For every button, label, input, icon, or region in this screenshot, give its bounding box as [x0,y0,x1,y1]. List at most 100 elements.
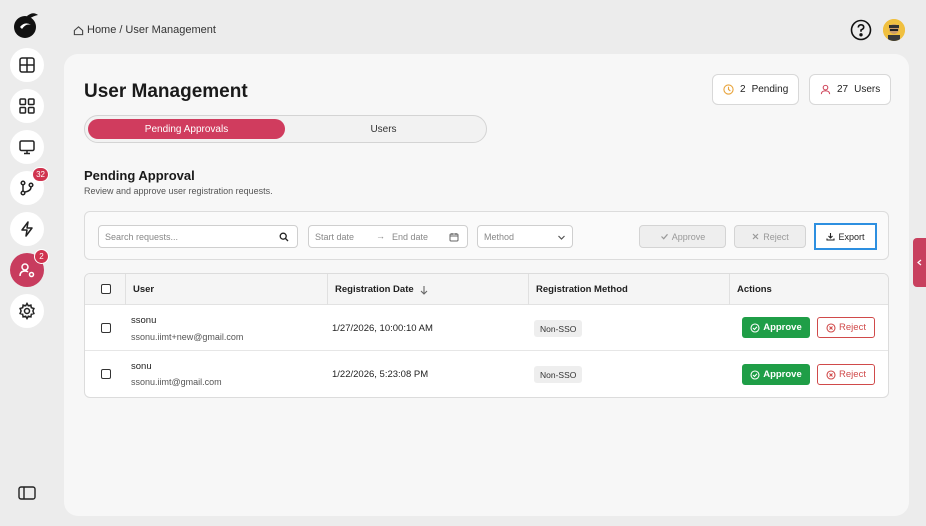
date-range-picker[interactable]: Start date → End date [308,225,468,248]
user-email: ssonu.iimt+new@gmail.com [131,332,244,342]
user-name: ssonu [131,315,157,326]
section-title: Pending Approval [84,168,195,183]
table-row: ssonu ssonu.iimt+new@gmail.com 1/27/2026… [85,305,888,351]
reject-button[interactable]: Reject [817,364,875,385]
registration-method-badge: Non-SSO [534,366,583,383]
sidebar-item-users[interactable]: 2 [10,249,49,287]
col-actions: Actions [729,274,888,305]
registration-date: 1/22/2026, 5:23:08 PM [332,369,429,380]
check-circle-icon [750,322,760,333]
pending-label: Pending [751,84,789,95]
col-method-label: Registration Method [536,284,628,295]
users-count: 27 [837,84,849,95]
side-panel-toggle[interactable] [913,238,926,287]
sidebar-item-workflows[interactable]: 32 [10,167,49,205]
calendar-icon [449,233,459,242]
approve-button[interactable]: Approve [742,317,810,338]
reject-label: Reject [839,369,866,380]
bulk-reject-button[interactable]: Reject [734,225,806,248]
avatar[interactable] [883,19,905,41]
search-input[interactable]: Search requests... [98,225,298,248]
chevron-down-icon [558,235,565,240]
export-label: Export [838,231,865,242]
close-icon [752,233,759,240]
bulk-approve-label: Approve [671,231,706,242]
col-user: User [125,274,327,305]
breadcrumb: Home / User Management [73,24,216,36]
approve-label: Approve [763,322,802,333]
user-name: sonu [131,361,152,372]
col-registration-date[interactable]: Registration Date [327,274,528,305]
monitor-icon [19,140,35,155]
col-registration-method: Registration Method [528,274,729,305]
breadcrumb-separator: / [119,24,123,36]
avatar-icon [883,19,905,41]
table-row: sonu ssonu.iimt@gmail.com 1/22/2026, 5:2… [85,352,888,397]
page-title: User Management [84,81,248,102]
pending-table: User Registration Date Registration Meth… [84,273,889,398]
reject-button[interactable]: Reject [817,317,875,338]
registration-date: 1/27/2026, 10:00:10 AM [332,323,433,334]
sort-arrow-down-icon [420,285,428,295]
chevron-left-icon [917,259,922,266]
export-button[interactable]: Export [814,223,877,250]
user-settings-icon [19,263,35,278]
app-logo-icon[interactable] [11,10,41,40]
col-user-label: User [133,284,155,295]
approve-label: Approve [763,369,802,380]
help-icon[interactable] [850,19,872,41]
sidebar-toggle-icon[interactable] [18,486,36,500]
check-circle-icon [750,369,760,380]
bolt-icon [21,221,33,237]
tab-bar: Pending Approvals Users [84,115,487,143]
select-all-checkbox[interactable] [101,284,111,294]
users-badge: 2 [34,249,49,264]
sidebar-item-settings[interactable] [10,294,44,328]
table-header: User Registration Date Registration Meth… [85,274,888,305]
pending-stat: 2 Pending [712,74,800,105]
breadcrumb-current: User Management [125,24,216,36]
tab-users[interactable]: Users [285,119,482,139]
x-circle-icon [826,322,836,333]
col-actions-label: Actions [737,284,772,295]
section-subtitle: Review and approve user registration req… [84,186,273,196]
method-placeholder: Method [484,231,515,242]
start-date-placeholder: Start date [315,231,355,242]
reject-label: Reject [839,322,866,333]
workflows-badge: 32 [32,167,49,182]
sidebar-item-apps[interactable] [10,89,44,123]
gear-icon [19,302,35,320]
tab-pending-approvals[interactable]: Pending Approvals [88,119,285,139]
x-circle-icon [826,369,836,380]
pending-count: 2 [740,84,746,95]
sidebar-item-dashboard[interactable] [10,48,44,82]
search-icon [279,232,289,242]
end-date-placeholder: End date [392,232,429,242]
search-placeholder: Search requests... [105,231,179,242]
users-stat: 27 Users [809,74,892,105]
clock-icon [723,84,734,95]
grid-icon [19,98,35,114]
method-select[interactable]: Method [477,225,573,248]
home-icon[interactable] [73,25,84,36]
sidebar-item-monitor[interactable] [10,130,44,164]
branch-icon [20,180,34,196]
layout-icon [19,57,35,73]
user-icon [820,84,831,95]
col-date-label: Registration Date [335,284,414,295]
row-checkbox[interactable] [101,369,111,379]
bulk-reject-label: Reject [763,231,789,242]
filter-bar: Search requests... Start date → End date… [84,211,889,260]
sidebar: 32 2 [0,0,52,526]
registration-method-badge: Non-SSO [534,320,583,337]
download-icon [826,233,836,241]
arrow-right-icon: → [376,231,385,241]
breadcrumb-home[interactable]: Home [87,24,116,36]
sidebar-item-automation[interactable] [10,212,44,246]
user-email: ssonu.iimt@gmail.com [131,377,222,387]
check-icon [660,233,668,240]
approve-button[interactable]: Approve [742,364,810,385]
bulk-approve-button[interactable]: Approve [639,225,726,248]
row-checkbox[interactable] [101,323,111,333]
main-card: User Management 2 Pending 27 Users Pendi… [64,54,909,516]
